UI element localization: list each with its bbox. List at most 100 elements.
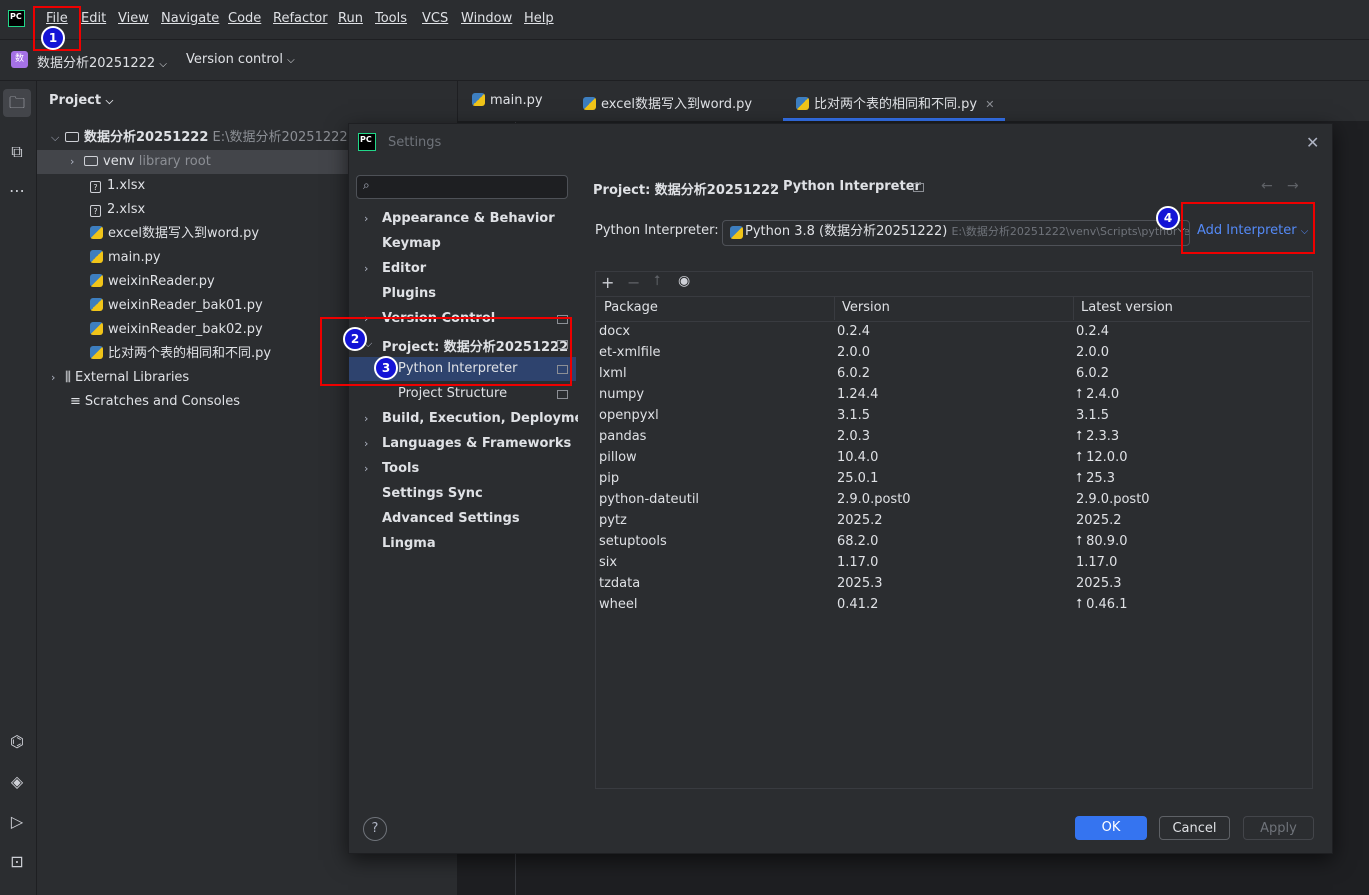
table-row[interactable]: lxml 6.0.2 6.0.2 [596, 365, 1310, 386]
nav-editor[interactable]: Editor [382, 261, 426, 276]
nav-languages[interactable]: Languages & Frameworks [382, 436, 571, 451]
project-switcher-label: 数据分析20251222 [37, 56, 156, 71]
file-name: weixinReader_bak01.py [108, 298, 263, 313]
terminal-icon[interactable]: ⊡ [6, 851, 28, 873]
menu-edit[interactable]: Edit [81, 11, 106, 26]
folder-icon[interactable]: 🗀 [3, 89, 31, 117]
annotation-box-add-interpreter [1181, 202, 1315, 254]
menu-run[interactable]: Run [338, 11, 363, 26]
more-icon[interactable]: ⋯ [6, 180, 28, 202]
menu-window[interactable]: Window [461, 11, 512, 26]
table-row[interactable]: docx 0.2.4 0.2.4 [596, 323, 1310, 344]
tab-excel-word-py[interactable]: excel数据写入到word.py [583, 93, 752, 112]
nav-lingma[interactable]: Lingma [382, 536, 436, 551]
search-icon: ⌕ [363, 178, 370, 192]
package-latest-cell: 0.2.4 [1076, 324, 1109, 339]
upgrade-package-icon[interactable]: ⭡ [654, 273, 661, 289]
cancel-button[interactable]: Cancel [1159, 816, 1230, 840]
tab-compare-tables-py[interactable]: 比对两个表的相同和不同.py ✕ [796, 93, 994, 112]
back-arrow-icon[interactable]: ← [1261, 178, 1273, 194]
menu-help[interactable]: Help [524, 11, 554, 26]
breadcrumb-current: Python Interpreter [783, 179, 921, 194]
table-row[interactable]: openpyxl 3.1.5 3.1.5 [596, 407, 1310, 428]
package-latest-version: 0.2.4 [1076, 324, 1110, 339]
chevron-right-icon: › [364, 412, 369, 425]
package-name: tzdata [599, 576, 641, 591]
help-button[interactable]: ? [363, 817, 387, 841]
file-name: 1.xlsx [107, 178, 146, 193]
project-badge-icon: 数 [11, 51, 28, 68]
table-row[interactable]: pip 25.0.1 ⭡ 25.3 [596, 470, 1310, 491]
apply-button[interactable]: Apply [1243, 816, 1314, 840]
nav-appearance[interactable]: Appearance & Behavior [382, 211, 555, 226]
dialog-title: Settings [388, 135, 442, 150]
close-icon[interactable]: ✕ [985, 98, 994, 111]
nav-advanced-settings[interactable]: Advanced Settings [382, 511, 520, 526]
nav-settings-sync[interactable]: Settings Sync [382, 486, 483, 501]
eye-icon[interactable]: ◉ [678, 273, 690, 289]
menu-navigate[interactable]: Navigate [161, 11, 219, 26]
project-level-icon: ▤ [557, 390, 568, 399]
nav-keymap[interactable]: Keymap [382, 236, 441, 251]
package-latest-version: 2025.2 [1076, 513, 1122, 528]
file-name: 2.xlsx [107, 202, 146, 217]
table-row[interactable]: setuptools 68.2.0 ⭡ 80.9.0 [596, 533, 1310, 554]
add-package-icon[interactable]: + [601, 273, 614, 292]
ok-button[interactable]: OK [1075, 816, 1147, 840]
interpreter-select[interactable]: Python 3.8 (数据分析20251222) E:\数据分析2025122… [722, 220, 1190, 246]
forward-arrow-icon[interactable]: → [1287, 178, 1299, 194]
package-latest-cell: 2.9.0.post0 [1076, 492, 1150, 507]
menu-tools[interactable]: Tools [375, 11, 407, 26]
table-row[interactable]: tzdata 2025.3 2025.3 [596, 575, 1310, 596]
menu-refactor[interactable]: Refactor [273, 11, 328, 26]
run-icon[interactable]: ▷ [6, 811, 28, 833]
table-row[interactable]: pillow 10.4.0 ⭡ 12.0.0 [596, 449, 1310, 470]
package-name: pillow [599, 450, 637, 465]
package-latest-version: 6.0.2 [1076, 366, 1110, 381]
package-latest-cell: ⭡ 12.0.0 [1076, 450, 1127, 465]
chevron-right-icon: › [364, 462, 369, 475]
table-row[interactable]: wheel 0.41.2 ⭡ 0.46.1 [596, 596, 1310, 617]
package-name: lxml [599, 366, 627, 381]
nav-project-structure[interactable]: Project Structure [398, 386, 507, 401]
tab-label: excel数据写入到word.py [601, 97, 753, 112]
chevron-down-icon: ⌵ [105, 96, 114, 107]
structure-icon[interactable]: ⧉ [6, 141, 28, 163]
vcs-label: Version control [186, 52, 283, 67]
vcs-widget[interactable]: Version control ⌵ [186, 52, 295, 67]
table-row[interactable]: python-dateutil 2.9.0.post0 2.9.0.post0 [596, 491, 1310, 512]
python-file-icon [472, 93, 485, 106]
table-row[interactable]: pytz 2025.2 2025.2 [596, 512, 1310, 533]
project-panel-title[interactable]: Project ⌵ [49, 93, 113, 108]
nav-build[interactable]: Build, Execution, Deployment [382, 411, 599, 426]
python-file-icon [90, 274, 103, 287]
project-switcher[interactable]: 数据分析20251222 ⌵ [37, 52, 167, 71]
python-console-icon[interactable]: ⌬ [6, 731, 28, 753]
column-header-package[interactable]: Package [604, 300, 658, 315]
annotation-badge-4: 4 [1156, 206, 1180, 230]
remove-package-icon[interactable]: − [627, 273, 640, 292]
tab-main-py[interactable]: main.py [472, 93, 543, 108]
package-version: 2.0.0 [837, 345, 871, 360]
nav-plugins[interactable]: Plugins [382, 286, 436, 301]
package-name: docx [599, 324, 631, 339]
layers-icon[interactable]: ◈ [6, 771, 28, 793]
column-header-latest[interactable]: Latest version [1081, 300, 1173, 315]
breadcrumb-project[interactable]: Project: 数据分析20251222 [593, 179, 779, 198]
menu-vcs[interactable]: VCS [422, 11, 448, 26]
file-name: excel数据写入到word.py [108, 226, 260, 241]
unknown-file-icon: ? [90, 205, 101, 217]
package-version: 6.0.2 [837, 366, 871, 381]
column-header-version[interactable]: Version [842, 300, 890, 315]
close-icon[interactable]: ✕ [1306, 133, 1319, 152]
table-row[interactable]: pandas 2.0.3 ⭡ 2.3.3 [596, 428, 1310, 449]
nav-tools[interactable]: Tools [382, 461, 419, 476]
menu-view[interactable]: View [118, 11, 149, 26]
python-file-icon [90, 346, 103, 359]
settings-search-input[interactable]: ⌕ [356, 175, 568, 199]
table-row[interactable]: numpy 1.24.4 ⭡ 2.4.0 [596, 386, 1310, 407]
python-file-icon [583, 97, 596, 110]
table-row[interactable]: six 1.17.0 1.17.0 [596, 554, 1310, 575]
table-row[interactable]: et-xmlfile 2.0.0 2.0.0 [596, 344, 1310, 365]
menu-code[interactable]: Code [228, 11, 261, 26]
